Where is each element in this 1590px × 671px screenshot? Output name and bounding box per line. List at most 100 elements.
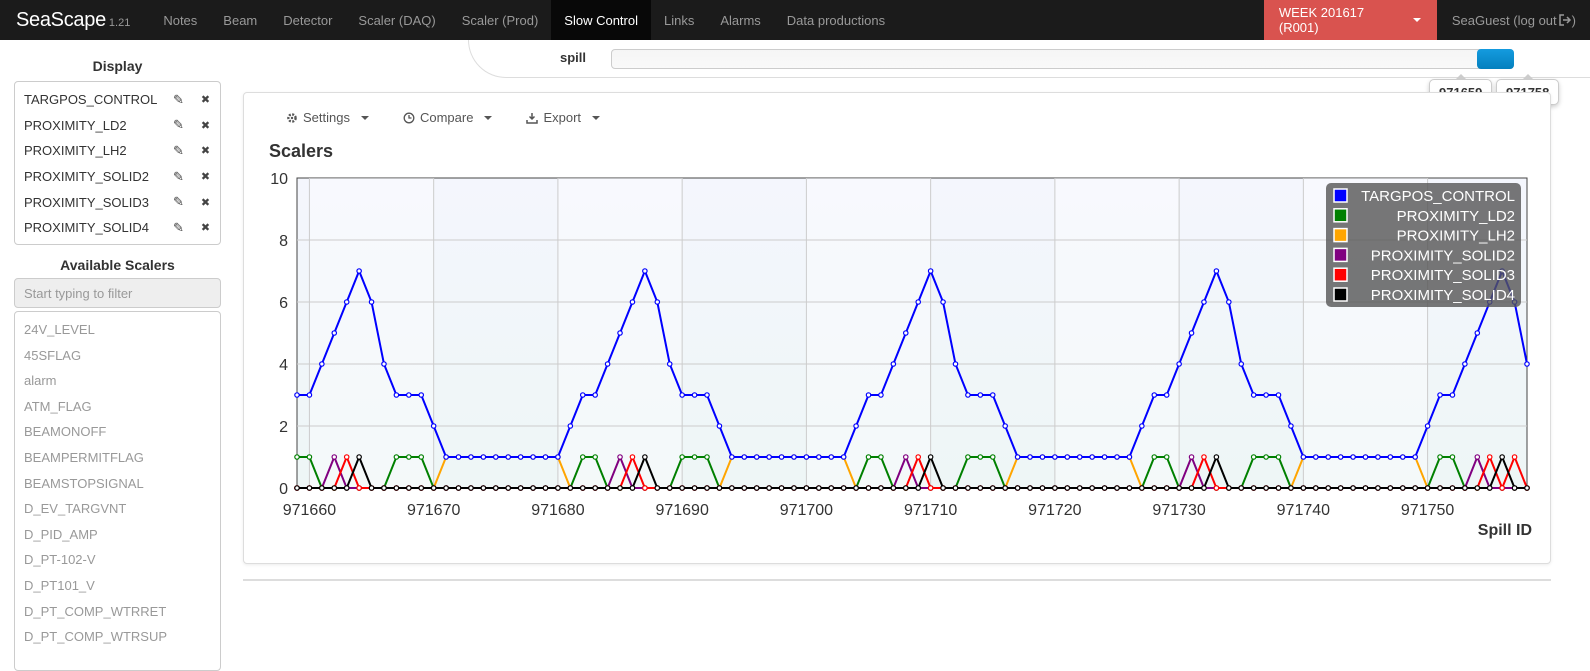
data-point xyxy=(1052,454,1058,460)
data-point xyxy=(704,485,710,491)
data-point xyxy=(679,454,685,460)
available-scaler-item[interactable]: BEAMONOFF xyxy=(15,419,220,445)
spill-slider-range[interactable] xyxy=(1477,49,1514,69)
data-point xyxy=(1437,454,1443,460)
data-point xyxy=(1325,485,1332,491)
week-label: WEEK 201617 (R001) xyxy=(1278,5,1365,35)
top-navbar: SeaScape 1.21 Notes Beam Detector Scaler (D… xyxy=(0,0,1590,40)
available-scaler-item[interactable]: alarm xyxy=(15,368,220,394)
available-scaler-item[interactable]: D_EV_TARGVNT xyxy=(15,496,220,522)
data-point xyxy=(480,485,487,491)
available-scaler-item[interactable]: D_PT_COMP_WTRRET xyxy=(15,599,220,625)
pencil-icon[interactable]: ✎ xyxy=(165,117,192,133)
nav-item-beam[interactable]: Beam xyxy=(210,0,270,40)
data-point xyxy=(1375,485,1381,491)
brand-name[interactable]: SeaScape xyxy=(16,9,106,32)
data-point xyxy=(927,485,934,491)
settings-label: Settings xyxy=(303,110,350,125)
data-point xyxy=(977,485,984,491)
caret-down-icon xyxy=(1412,18,1421,22)
data-point xyxy=(965,485,971,491)
available-scalers-list[interactable]: 24V_LEVEL 45SFLAG alarm ATM_FLAG BEAMONOFF BE… xyxy=(14,311,221,671)
data-point xyxy=(331,454,338,460)
close-icon[interactable]: ✖ xyxy=(192,221,219,234)
data-point xyxy=(1101,454,1108,460)
legend-swatch xyxy=(1333,267,1348,282)
data-point xyxy=(878,454,884,460)
settings-button[interactable]: Settings xyxy=(286,110,369,125)
data-point xyxy=(319,361,325,367)
pencil-icon[interactable]: ✎ xyxy=(165,169,192,185)
data-point xyxy=(716,485,723,491)
nav-item-data-productions[interactable]: Data productions xyxy=(774,0,898,40)
data-point xyxy=(579,392,586,398)
nav-item-detector[interactable]: Detector xyxy=(270,0,345,40)
week-selector-button[interactable]: WEEK 201617 (R001) xyxy=(1263,0,1437,40)
data-point xyxy=(642,454,648,460)
caret-down-icon xyxy=(484,115,493,120)
data-point xyxy=(1399,485,1406,491)
pencil-icon[interactable]: ✎ xyxy=(165,143,192,159)
close-paren: ) xyxy=(1571,12,1576,28)
gear-icon xyxy=(287,112,297,123)
data-point xyxy=(368,485,375,491)
data-point xyxy=(1014,485,1021,491)
nav-item-scaler-prod[interactable]: Scaler (Prod) xyxy=(449,0,552,40)
user-label: SeaGuest (log out xyxy=(1451,12,1557,28)
brand[interactable]: SeaScape 1.21 xyxy=(0,0,150,40)
data-point xyxy=(319,485,325,491)
available-scaler-item[interactable]: 45SFLAG xyxy=(15,343,220,369)
data-point xyxy=(1188,454,1195,460)
available-scaler-item[interactable]: ATM_FLAG xyxy=(15,394,220,420)
close-icon[interactable]: ✖ xyxy=(192,196,219,209)
data-point xyxy=(1350,454,1356,460)
data-point xyxy=(406,454,412,460)
pencil-icon[interactable]: ✎ xyxy=(165,92,192,108)
nav-item-notes[interactable]: Notes xyxy=(150,0,210,40)
scaler-filter-input[interactable] xyxy=(14,278,221,308)
available-scaler-item[interactable]: D_PT-102-V xyxy=(15,547,220,573)
available-scaler-item[interactable]: D_PT101_V xyxy=(15,573,220,599)
data-point xyxy=(1337,485,1344,491)
close-icon[interactable]: ✖ xyxy=(192,144,219,157)
available-scaler-item[interactable]: BEAMSTOPSIGNAL xyxy=(15,471,220,497)
data-point xyxy=(306,454,313,460)
available-scaler-item[interactable]: D_PID_AMP xyxy=(15,522,220,548)
display-item-label: PROXIMITY_SOLID2 xyxy=(24,169,149,185)
available-scaler-item[interactable]: BEAMPERMITFLAG xyxy=(15,445,220,471)
close-icon[interactable]: ✖ xyxy=(192,119,219,132)
available-scaler-item[interactable]: D_PT_COMP_WTRSUP xyxy=(15,624,220,650)
data-point xyxy=(1226,299,1232,305)
data-point xyxy=(741,454,748,460)
available-scaler-item[interactable]: 24V_LEVEL xyxy=(15,317,220,343)
data-point xyxy=(691,392,698,398)
nav-item-slow-control[interactable]: Slow Control xyxy=(551,0,651,40)
nav-item-links[interactable]: Links xyxy=(651,0,707,40)
display-heading: Display xyxy=(92,58,143,74)
data-point xyxy=(1325,454,1332,460)
nav-item-scaler-daq[interactable]: Scaler (DAQ) xyxy=(345,0,448,40)
data-point xyxy=(393,485,400,491)
close-icon[interactable]: ✖ xyxy=(192,93,219,106)
data-point xyxy=(1312,485,1319,491)
data-point xyxy=(704,392,710,398)
data-point xyxy=(1076,454,1083,460)
compare-button[interactable]: Compare xyxy=(403,110,493,125)
data-point xyxy=(965,454,971,460)
data-point xyxy=(741,485,748,491)
spill-slider-track[interactable] xyxy=(611,49,1514,69)
logout-link[interactable]: SeaGuest (log out ) xyxy=(1437,0,1590,40)
pencil-icon[interactable]: ✎ xyxy=(165,194,192,210)
data-point xyxy=(853,485,859,491)
close-icon[interactable]: ✖ xyxy=(192,170,219,183)
pencil-icon[interactable]: ✎ xyxy=(165,220,192,236)
data-point xyxy=(989,392,996,398)
data-point xyxy=(1139,423,1145,429)
nav-item-alarms[interactable]: Alarms xyxy=(707,0,773,40)
data-point xyxy=(567,423,574,429)
export-button[interactable]: Export xyxy=(526,110,601,125)
data-point xyxy=(1474,330,1481,336)
data-point xyxy=(381,361,387,367)
y-tick-label: 4 xyxy=(279,357,288,374)
data-point xyxy=(1201,299,1207,305)
